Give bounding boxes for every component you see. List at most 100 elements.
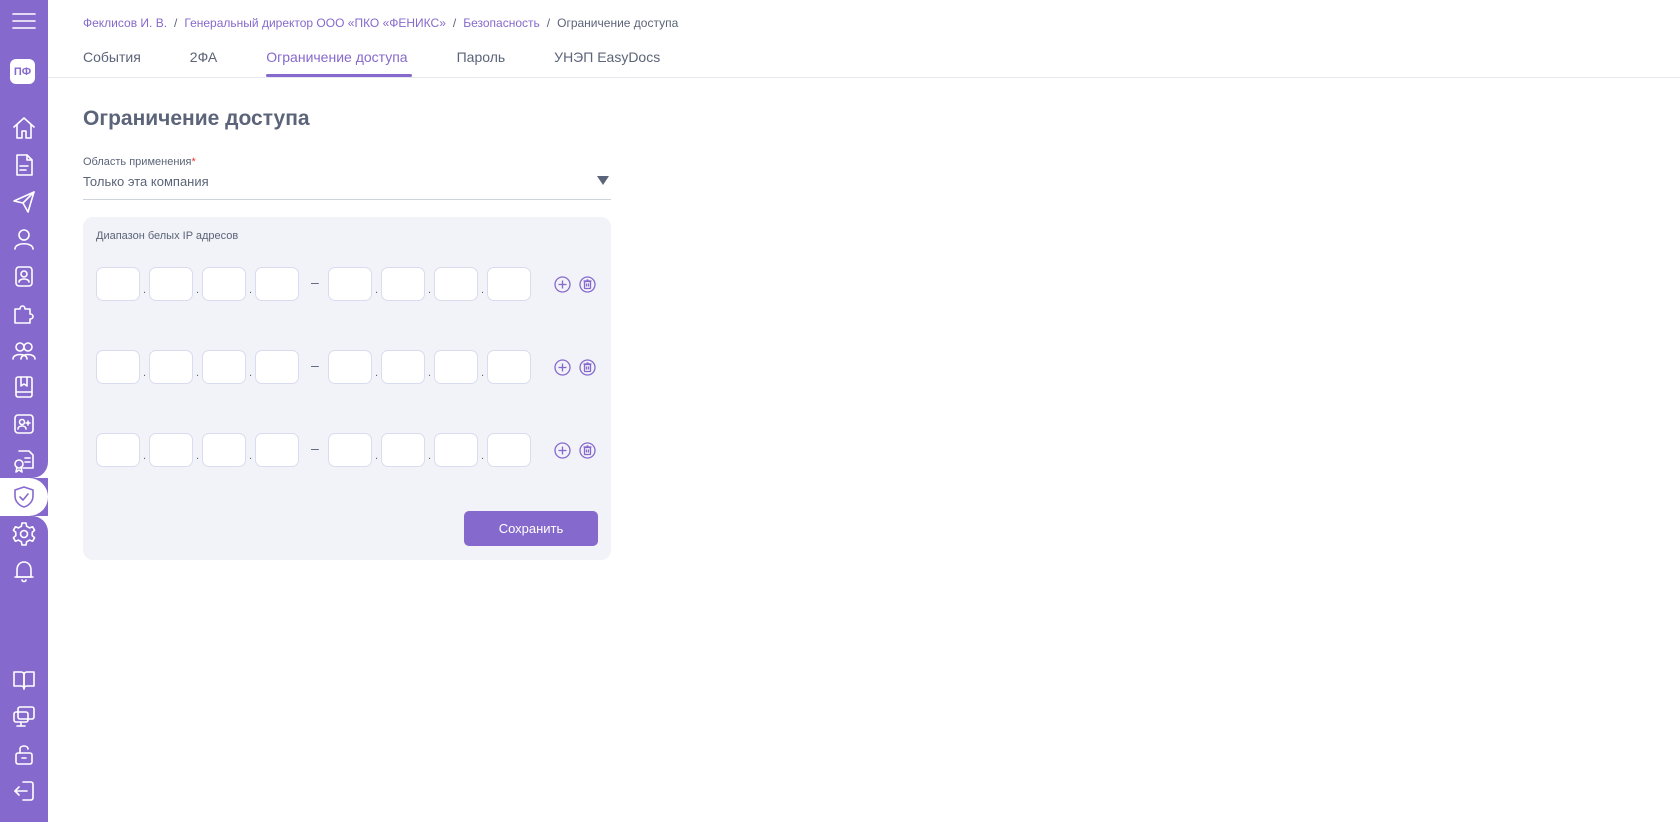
ip-dot: .: [143, 284, 147, 296]
ip-dot: .: [249, 284, 253, 296]
delete-range-button[interactable]: [579, 276, 596, 293]
logout-icon[interactable]: [0, 773, 48, 809]
delete-range-button[interactable]: [579, 359, 596, 376]
ip-dot: .: [196, 367, 200, 379]
tab-bar: События 2ФА Ограничение доступа Пароль У…: [83, 46, 709, 77]
bell-icon[interactable]: [0, 553, 48, 589]
plus-circle-icon: [554, 359, 571, 376]
breadcrumb-link-user[interactable]: Феклисов И. В.: [83, 16, 167, 30]
ip-to-octet-1[interactable]: [328, 350, 372, 384]
ip-range-dash: –: [311, 357, 319, 373]
tab-password[interactable]: Пароль: [457, 46, 506, 77]
delete-range-button[interactable]: [579, 442, 596, 459]
ip-to-octet-1[interactable]: [328, 267, 372, 301]
home-icon[interactable]: [0, 110, 48, 146]
ip-range-title: Диапазон белых IP адресов: [96, 230, 239, 242]
ip-to-octet-2[interactable]: [381, 267, 425, 301]
ip-range-row: . . . – . . .: [96, 267, 596, 301]
monitor-icon[interactable]: [0, 699, 48, 735]
chevron-down-icon: [597, 176, 609, 185]
ip-from-octet-1[interactable]: [96, 267, 140, 301]
breadcrumb-link-security[interactable]: Безопасность: [463, 16, 540, 30]
ip-to-octet-4[interactable]: [487, 350, 531, 384]
ip-to-octet-3[interactable]: [434, 267, 478, 301]
book-icon[interactable]: [0, 369, 48, 405]
ip-dot: .: [375, 367, 379, 379]
tab-events[interactable]: События: [83, 46, 141, 77]
user-badge-icon[interactable]: [0, 258, 48, 294]
tab-2fa[interactable]: 2ФА: [190, 46, 217, 77]
ip-from-octet-1[interactable]: [96, 433, 140, 467]
breadcrumb: Феклисов И. В. / Генеральный директор ООО …: [83, 16, 678, 30]
certificate-icon[interactable]: [0, 443, 48, 479]
breadcrumb-current: Ограничение доступа: [557, 16, 679, 30]
ip-to-octet-2[interactable]: [381, 350, 425, 384]
ip-from-octet-3[interactable]: [202, 267, 246, 301]
breadcrumb-separator: /: [546, 16, 551, 30]
ip-from-octet-2[interactable]: [149, 433, 193, 467]
ip-dot: .: [481, 450, 485, 462]
ip-to-octet-3[interactable]: [434, 433, 478, 467]
shield-check-icon[interactable]: [0, 479, 48, 515]
scope-select-value: Только эта компания: [83, 174, 209, 189]
ip-from-octet-1[interactable]: [96, 350, 140, 384]
ip-to-octet-4[interactable]: [487, 433, 531, 467]
plus-circle-icon: [554, 442, 571, 459]
ip-dot: .: [249, 367, 253, 379]
tab-access-restriction[interactable]: Ограничение доступа: [266, 46, 412, 77]
ip-from-octet-3[interactable]: [202, 350, 246, 384]
ip-dot: .: [428, 450, 432, 462]
save-button[interactable]: Сохранить: [464, 511, 598, 546]
document-icon[interactable]: [0, 147, 48, 183]
required-mark: *: [191, 156, 196, 168]
user-icon[interactable]: [0, 221, 48, 257]
tab-easydocs[interactable]: УНЭП EasyDocs: [554, 46, 660, 77]
avatar[interactable]: ПФ: [10, 59, 35, 84]
ip-to-octet-4[interactable]: [487, 267, 531, 301]
menu-icon[interactable]: [0, 3, 48, 39]
ip-dot: .: [196, 284, 200, 296]
trash-icon: [579, 359, 596, 376]
gear-icon[interactable]: [0, 516, 48, 552]
ip-from-octet-3[interactable]: [202, 433, 246, 467]
add-range-button[interactable]: [554, 276, 571, 293]
paper-plane-icon[interactable]: [0, 184, 48, 220]
scope-label: Область применения*: [83, 156, 196, 168]
ip-dot: .: [196, 450, 200, 462]
ip-from-octet-4[interactable]: [255, 350, 299, 384]
breadcrumb-separator: /: [452, 16, 457, 30]
ip-range-row: . . . – . . .: [96, 350, 596, 384]
ip-from-octet-4[interactable]: [255, 433, 299, 467]
ip-dot: .: [143, 450, 147, 462]
ip-to-octet-2[interactable]: [381, 433, 425, 467]
add-range-button[interactable]: [554, 359, 571, 376]
unlock-icon[interactable]: [0, 736, 48, 772]
ip-dot: .: [249, 450, 253, 462]
ip-from-octet-4[interactable]: [255, 267, 299, 301]
breadcrumb-separator: /: [174, 16, 178, 30]
ip-range-dash: –: [311, 274, 319, 290]
ip-dot: .: [375, 450, 379, 462]
ip-range-panel: Диапазон белых IP адресов . . . – . . . …: [83, 217, 611, 560]
tabs-divider: [48, 77, 1680, 78]
breadcrumb-link-company[interactable]: Генеральный директор ООО «ПКО «ФЕНИКС»: [184, 16, 446, 30]
open-book-icon[interactable]: [0, 662, 48, 698]
users-group-icon[interactable]: [0, 332, 48, 368]
puzzle-icon[interactable]: [0, 295, 48, 331]
ip-to-octet-3[interactable]: [434, 350, 478, 384]
sidebar: ПФ: [0, 0, 48, 822]
ip-dot: .: [428, 284, 432, 296]
ip-from-octet-2[interactable]: [149, 350, 193, 384]
ip-dot: .: [428, 367, 432, 379]
trash-icon: [579, 276, 596, 293]
scope-select[interactable]: Только эта компания: [83, 170, 611, 200]
ip-to-octet-1[interactable]: [328, 433, 372, 467]
add-range-button[interactable]: [554, 442, 571, 459]
ip-from-octet-2[interactable]: [149, 267, 193, 301]
ip-dot: .: [481, 367, 485, 379]
page-title: Ограничение доступа: [83, 107, 310, 130]
ip-dot: .: [375, 284, 379, 296]
plus-circle-icon: [554, 276, 571, 293]
scope-label-text: Область применения: [83, 156, 192, 168]
add-user-icon[interactable]: [0, 406, 48, 442]
